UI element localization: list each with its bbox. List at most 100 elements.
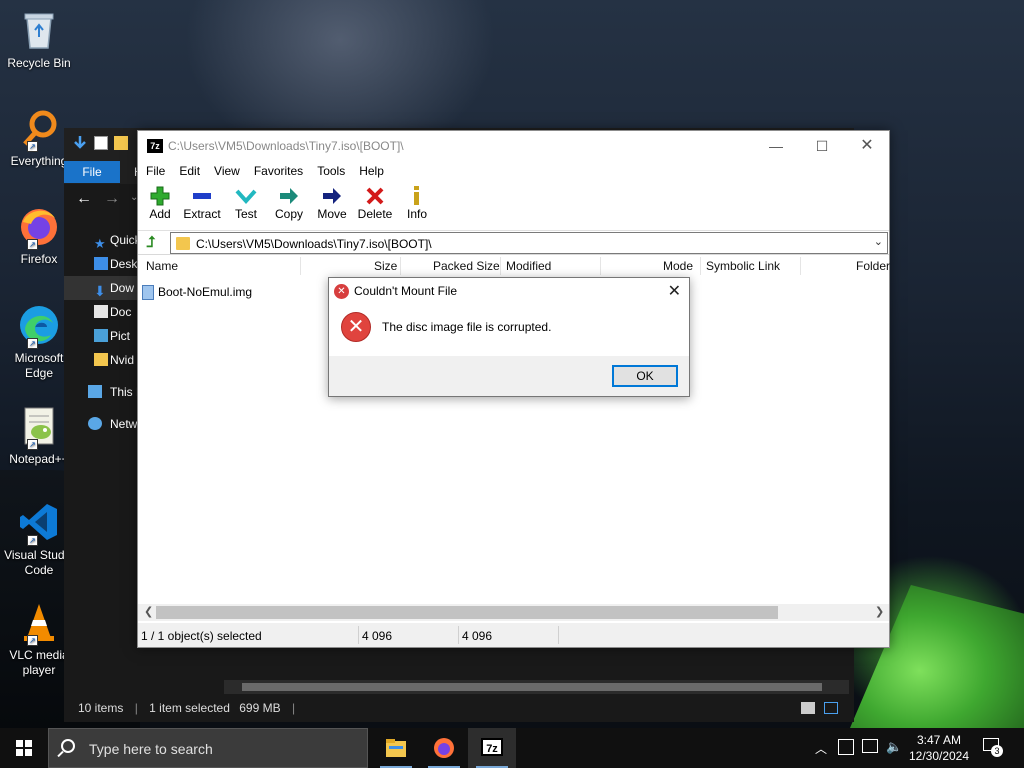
show-hidden-icons-chevron-icon[interactable]: ︿: [815, 740, 827, 768]
volume-muted-icon[interactable]: 🔈: [886, 739, 902, 768]
sidebar-item-nvidia[interactable]: Nvid: [64, 348, 139, 372]
toolbar-label: Copy: [274, 207, 303, 221]
star-icon: ★: [94, 236, 106, 251]
taskbar-search-box[interactable]: Type here to search: [48, 728, 368, 768]
shortcut-arrow-icon: ↗: [27, 535, 38, 546]
menu-bar: File Edit View Favorites Tools Help: [138, 161, 889, 181]
close-button[interactable]: ✕: [844, 131, 890, 161]
network-icon[interactable]: [862, 739, 878, 753]
address-combobox[interactable]: C:\Users\VM5\Downloads\Tiny7.iso\[BOOT]\…: [170, 232, 888, 254]
delete-button[interactable]: Delete: [353, 185, 397, 221]
column-mode[interactable]: Mode: [663, 259, 693, 273]
taskbar-firefox[interactable]: [420, 728, 468, 768]
copy-button[interactable]: Copy: [267, 185, 311, 221]
error-dialog[interactable]: ✕ Couldn't Mount File ✕ ✕ The disc image…: [328, 277, 690, 397]
search-icon: [61, 739, 75, 753]
scrollbar-thumb[interactable]: [242, 683, 822, 691]
vlc-cone-icon: ↗: [17, 600, 61, 646]
dialog-message: The disc image file is corrupted.: [382, 320, 552, 334]
window-title: C:\Users\VM5\Downloads\Tiny7.iso\[BOOT]\: [168, 139, 404, 153]
column-size[interactable]: Size: [374, 259, 397, 273]
scrollbar-thumb[interactable]: [156, 606, 778, 619]
new-folder-icon[interactable]: [114, 136, 128, 150]
download-arrow-icon: ⬇: [94, 283, 106, 299]
list-item[interactable]: Boot-NoEmul.img: [142, 285, 252, 303]
minimize-button[interactable]: —: [753, 131, 799, 161]
back-arrow-icon[interactable]: ←: [76, 190, 92, 208]
details-view-icon[interactable]: [801, 702, 815, 714]
7zip-titlebar[interactable]: 7z C:\Users\VM5\Downloads\Tiny7.iso\[BOO…: [138, 131, 889, 161]
menu-file[interactable]: File: [138, 161, 172, 181]
security-icon[interactable]: [838, 739, 854, 755]
file-icon: [142, 285, 154, 301]
scroll-right-icon[interactable]: ❯: [875, 605, 884, 618]
menu-favorites[interactable]: Favorites: [247, 161, 310, 181]
sidebar-item-label: Doc: [110, 305, 132, 319]
column-name[interactable]: Name: [146, 259, 178, 273]
firefox-icon: ↗: [17, 204, 61, 250]
scroll-left-icon[interactable]: ❮: [144, 605, 153, 618]
sidebar-item-network[interactable]: Netw: [64, 412, 139, 436]
dialog-footer: OK: [329, 356, 689, 396]
sidebar-item-desktop[interactable]: Desk: [64, 252, 139, 276]
column-packed-size[interactable]: Packed Size: [433, 259, 500, 273]
large-icons-view-icon[interactable]: [824, 702, 838, 714]
toolbar-label: Add: [149, 207, 171, 221]
taskbar-file-explorer[interactable]: [372, 728, 420, 768]
desktop-icon-label: Recycle Bin: [7, 56, 71, 70]
menu-tools[interactable]: Tools: [310, 161, 352, 181]
maximize-button[interactable]: ☐: [799, 131, 845, 161]
dialog-titlebar[interactable]: ✕ Couldn't Mount File ✕: [329, 278, 689, 306]
info-button[interactable]: Info: [395, 185, 439, 221]
system-clock[interactable]: 3:47 AM 12/30/2024: [905, 732, 973, 764]
sidebar-item-documents[interactable]: Doc: [64, 300, 139, 324]
forward-arrow-icon[interactable]: →: [104, 190, 120, 208]
file-explorer-icon: [386, 739, 406, 757]
test-button[interactable]: Test: [224, 185, 268, 221]
column-folder[interactable]: Folder: [856, 259, 890, 273]
sidebar-item-downloads[interactable]: ⬇ Dow: [64, 276, 139, 300]
check-icon: [224, 185, 268, 207]
sidebar-item-label: Nvid: [110, 353, 135, 367]
add-button[interactable]: Add: [138, 185, 182, 221]
desktop-icon-recycle-bin[interactable]: Recycle Bin: [4, 8, 74, 71]
toolbar: Add Extract Test Copy Move Delete Info: [138, 181, 889, 231]
chevron-down-icon[interactable]: ⌄: [874, 235, 883, 248]
search-placeholder: Type here to search: [89, 741, 213, 757]
horizontal-scrollbar[interactable]: ❮ ❯: [138, 604, 889, 621]
ribbon-file-tab[interactable]: File: [64, 161, 120, 183]
sidebar-item-this-pc[interactable]: This P: [64, 380, 139, 404]
menu-view[interactable]: View: [207, 161, 247, 181]
notification-center-icon[interactable]: 3: [983, 738, 1003, 757]
shortcut-arrow-icon: ↗: [27, 239, 38, 250]
info-icon: [395, 185, 439, 207]
notification-count-badge: 3: [991, 745, 1003, 757]
menu-help[interactable]: Help: [352, 161, 391, 181]
status-selected: 1 item selected: [149, 701, 230, 715]
sidebar-item-label: Netw: [110, 417, 138, 431]
column-modified[interactable]: Modified: [506, 259, 551, 273]
menu-edit[interactable]: Edit: [172, 161, 207, 181]
sidebar-item-label: Dow: [110, 281, 135, 295]
ok-button[interactable]: OK: [612, 365, 678, 387]
dialog-body: ✕ The disc image file is corrupted.: [329, 306, 689, 356]
up-folder-icon[interactable]: ⮥: [142, 234, 160, 252]
desktop-folder-icon: [94, 257, 108, 270]
dialog-close-icon[interactable]: ✕: [668, 281, 681, 301]
clock-date: 12/30/2024: [908, 749, 970, 763]
taskbar-7zip[interactable]: 7z: [468, 728, 516, 768]
extract-button[interactable]: Extract: [180, 185, 224, 221]
toolbar-label: Info: [406, 207, 427, 221]
properties-checkbox-icon[interactable]: [94, 136, 108, 150]
start-button[interactable]: [0, 728, 48, 768]
recycle-bin-icon: [17, 8, 61, 52]
explorer-horizontal-scrollbar[interactable]: [224, 680, 849, 694]
move-button[interactable]: Move: [310, 185, 354, 221]
file-name: Boot-NoEmul.img: [158, 285, 253, 299]
taskbar: Type here to search 7z ︿ 🔈 3:47 AM 12/30…: [0, 728, 1024, 768]
sidebar-item-pictures[interactable]: Pict: [64, 324, 139, 348]
sidebar-item-quick-access[interactable]: ★ Quick: [64, 228, 139, 252]
column-symbolic-link[interactable]: Symbolic Link: [706, 259, 780, 273]
toolbar-label: Delete: [357, 207, 393, 221]
plus-icon: [138, 185, 182, 207]
